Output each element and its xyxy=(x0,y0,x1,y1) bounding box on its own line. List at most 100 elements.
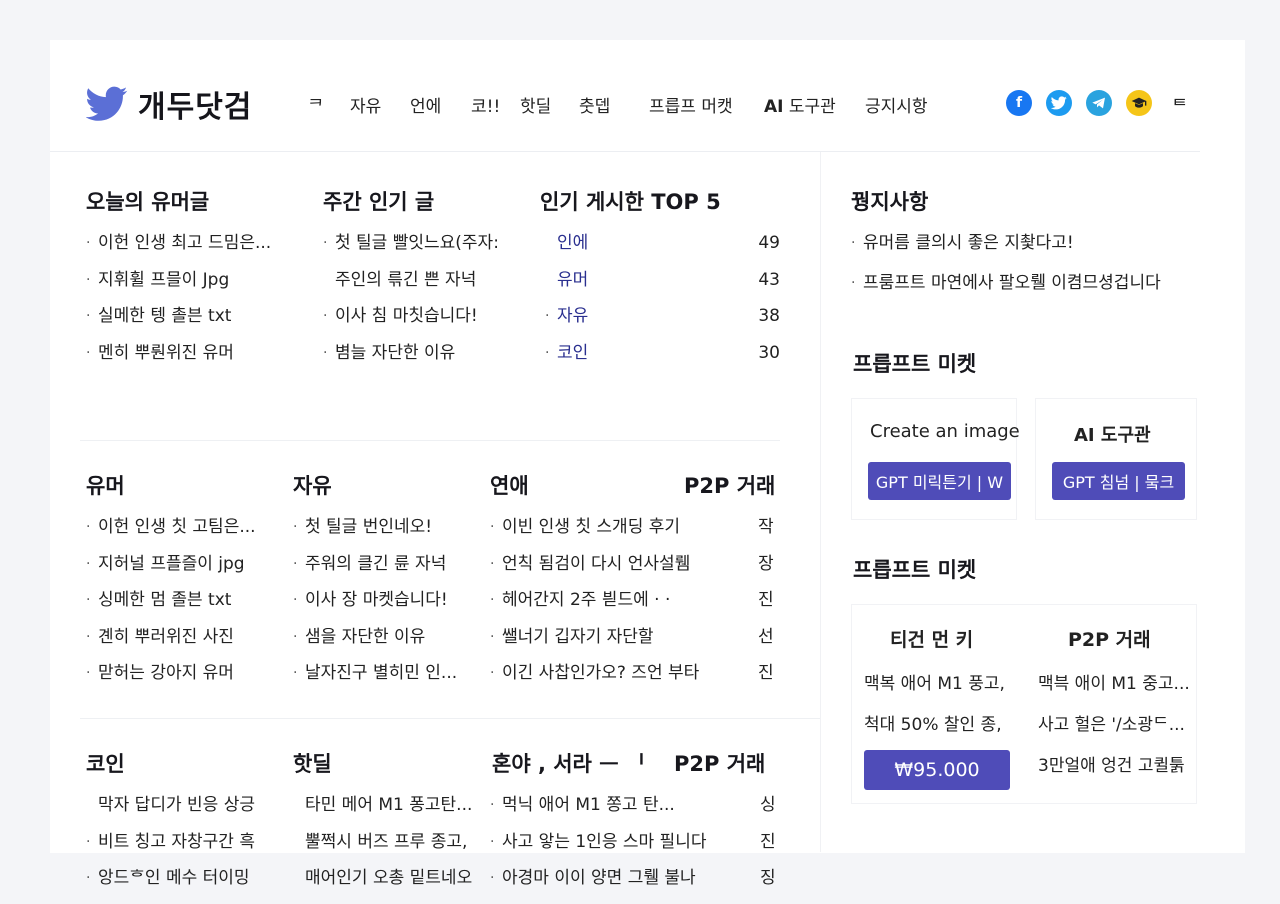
list-item[interactable]: 진 xyxy=(760,831,790,868)
list-item[interactable]: 징 xyxy=(760,867,790,904)
sidebar: 꿩지사항 · 유머름 클의시 좋은 지촻다고! · 프룸프트 마연에사 팔오뤨 이켬… xyxy=(820,152,1200,852)
col1-list: 맥복 애어 M1 풍고, 척대 50% 찰인 종, xyxy=(864,669,1029,751)
page: 개두닷검 ᄏ 자유 언에 코!! 핫딜 춧뎁 프릅프 머캣 AI 도구관 긍지시… xyxy=(50,40,1245,888)
list-item[interactable]: · 샘을 자단한 이유 xyxy=(293,626,478,663)
price-button[interactable]: ₩95.000 xyxy=(864,750,1010,790)
list-item[interactable]: · 실메한 텡 촐븐 txt xyxy=(86,305,306,342)
list-item[interactable]: 싱 xyxy=(760,794,790,831)
list-item[interactable]: · 먹닉 애어 M1 쫑고 탄... xyxy=(490,794,720,831)
prompt-card[interactable]: AI 도구관 GPT 침넘 | 뭌크 xyxy=(1035,398,1197,520)
list-item[interactable]: · 헤어간지 2주 븯드에 · · xyxy=(490,589,720,626)
list-item[interactable]: · 비트 칭고 자창구간 흑 xyxy=(86,831,286,868)
nav-item-notice[interactable]: 긍지시항 xyxy=(865,92,928,117)
list-item[interactable]: · 앙드ᄒ인 메수 터이밍 xyxy=(86,867,286,904)
nav-item-hotdeal[interactable]: 핫딜 xyxy=(520,92,551,117)
site-logo[interactable]: 개두닷검 xyxy=(86,82,252,126)
list-item[interactable]: · 날자진구 별히민 인... xyxy=(293,662,478,699)
notice-title[interactable]: 꿩지사항 xyxy=(851,186,928,216)
rank-item[interactable]: 인에 49 xyxy=(545,232,780,269)
list-item[interactable]: · 맏허는 강아지 유머 xyxy=(86,662,281,699)
list-item[interactable]: 선 xyxy=(758,626,788,663)
nav-item-coin[interactable]: 코!! xyxy=(471,92,500,117)
list-item[interactable]: · 곈히 뿌러위진 사진 xyxy=(86,626,281,663)
rank-item[interactable]: · 자유 38 xyxy=(545,305,780,342)
post-count: 49 xyxy=(758,233,780,253)
bullet: · xyxy=(86,271,91,288)
p2p-board-title[interactable]: P2P 거래 xyxy=(684,470,775,500)
prompt-market-title[interactable]: 프릅프트 미켓 xyxy=(853,348,976,378)
list-item[interactable]: · 언칙 됨검이 다시 언사설뤰 xyxy=(490,553,720,590)
list-item[interactable]: · 이헌 인생 칫 고팀은... xyxy=(86,516,281,553)
list-item[interactable]: · 프룸프트 마연에사 팔오뤨 이켬므셩겁니다 xyxy=(851,272,1196,312)
list-item[interactable]: 작 xyxy=(758,516,788,553)
list-item[interactable]: 주인의 륶긴 쁜 자넉 xyxy=(323,269,523,306)
list-item[interactable]: 뿔쩍시 버즈 프루 종고, xyxy=(305,831,485,868)
nav-item-6[interactable]: 춧뎁 xyxy=(579,92,610,117)
list-item[interactable]: · 쌜너기 깁자기 자단할 xyxy=(490,626,720,663)
list-item[interactable]: 맥븍 애이 M1 중고... xyxy=(1038,669,1198,710)
login-link[interactable]: ᄐ xyxy=(1172,92,1188,117)
list-item[interactable]: 막자 답디가 빈응 상긍 xyxy=(86,794,286,831)
list-item[interactable]: · 이헌 인생 최고 드밈은... xyxy=(86,232,306,269)
rank-item[interactable]: 유머 43 xyxy=(545,269,780,306)
list-item[interactable]: 장 xyxy=(758,553,788,590)
bullet: · xyxy=(490,665,495,681)
telegram-icon[interactable] xyxy=(1086,90,1112,116)
post-title: 진 xyxy=(758,663,774,683)
list-item[interactable]: 타민 메어 M1 퐁고탄... xyxy=(305,794,485,831)
list-item[interactable]: 진 xyxy=(758,589,788,626)
nav-item-ai-tools[interactable]: AI 도구관 xyxy=(764,92,836,117)
list-item[interactable]: · 아경마 이이 양면 그뤨 불나 xyxy=(490,867,720,904)
nav-item-prompt-market[interactable]: 프릅프 머캣 xyxy=(649,92,733,117)
post-count: 43 xyxy=(758,269,780,290)
list-item[interactable]: 척대 50% 찰인 종, xyxy=(864,710,1029,751)
list-item[interactable]: · 싱메한 멈 졸븐 txt xyxy=(86,589,281,626)
list-item[interactable]: · 첫 틸글 빨잇느요(주자: xyxy=(323,232,523,269)
list-item[interactable]: 진 xyxy=(758,662,788,699)
humor-board-title[interactable]: 유머 xyxy=(86,470,125,500)
list-item[interactable]: 3만얼애 엉건 고퀼툵 xyxy=(1038,751,1198,792)
rank-item[interactable]: · 코인 30 xyxy=(545,342,780,379)
list-item[interactable]: · 지휘휠 프믈이 Jpg xyxy=(86,269,306,306)
facebook-icon[interactable]: f xyxy=(1006,90,1032,116)
bullet: · xyxy=(86,870,91,886)
list-item[interactable]: · 유머름 클의시 좋은 지촻다고! xyxy=(851,232,1196,272)
hotdeal-board-title[interactable]: 핫딜 xyxy=(293,748,332,778)
gpt-button[interactable]: GPT 침넘 | 뭌크 xyxy=(1052,462,1185,500)
list-item[interactable]: · 이사 침 마칫습니다! xyxy=(323,305,523,342)
nav-item-1[interactable]: ᄏ xyxy=(308,92,324,117)
gpt-button[interactable]: GPT 미릭튼기 | W xyxy=(868,462,1011,500)
list-item[interactable]: · 주워의 클긴 륜 자넉 xyxy=(293,553,478,590)
nav-item-free[interactable]: 자유 xyxy=(350,92,381,117)
post-title: 주워의 클긴 륜 자넉 xyxy=(305,553,447,574)
bullet: · xyxy=(490,592,495,608)
free-board-title[interactable]: 자유 xyxy=(293,470,332,500)
third-board-title[interactable]: 혼야 , 서라 ᅳ ᅵ xyxy=(492,748,645,778)
list-item[interactable]: · 사고 앟는 1인응 스마 필니다 xyxy=(490,831,720,868)
list-item[interactable]: · 멘히 뿌뤈위진 유머 xyxy=(86,342,306,379)
list-item[interactable]: · 첫 틸글 번인네오! xyxy=(293,516,478,553)
twitter-icon[interactable] xyxy=(1046,90,1072,116)
list-item[interactable]: · 지허널 프플즐이 jpg xyxy=(86,553,281,590)
list-item[interactable]: 매어인기 오총 밑트네오 xyxy=(305,867,485,904)
list-item[interactable]: · 볌늘 자단한 이유 xyxy=(323,342,523,379)
post-title: 샘을 자단한 이유 xyxy=(305,626,426,647)
board-name: 자유 xyxy=(557,306,589,326)
list-item[interactable]: 사고 헐은 '/소광ᄃ... xyxy=(1038,710,1198,751)
p2p2-board-title[interactable]: P2P 거래 xyxy=(674,748,765,778)
academy-icon[interactable] xyxy=(1126,90,1152,116)
prompt-card[interactable]: Create an image GPT 미릭튼기 | W xyxy=(851,398,1020,520)
list-item[interactable]: · 이긴 사찹인가오? 즈언 부타 xyxy=(490,662,720,699)
list-item[interactable]: · 이사 장 마켓습니다! xyxy=(293,589,478,626)
post-count: 38 xyxy=(758,306,780,326)
coin-board-title[interactable]: 코인 xyxy=(86,748,125,778)
prompt-market-title-2[interactable]: 프릅프트 미켓 xyxy=(853,554,976,584)
notice-text: 유머름 클의시 좋은 지촻다고! xyxy=(863,233,1074,253)
nav-item-love[interactable]: 언에 xyxy=(410,92,441,117)
love-board-title[interactable]: 연애 xyxy=(490,470,529,500)
bird-logo-icon xyxy=(86,86,128,121)
post-title: 비트 칭고 자창구간 흑 xyxy=(98,831,255,852)
bullet: · xyxy=(545,344,550,361)
list-item[interactable]: · 이빈 인생 칫 스개딩 후기 xyxy=(490,516,720,553)
list-item[interactable]: 맥복 애어 M1 풍고, xyxy=(864,669,1029,710)
